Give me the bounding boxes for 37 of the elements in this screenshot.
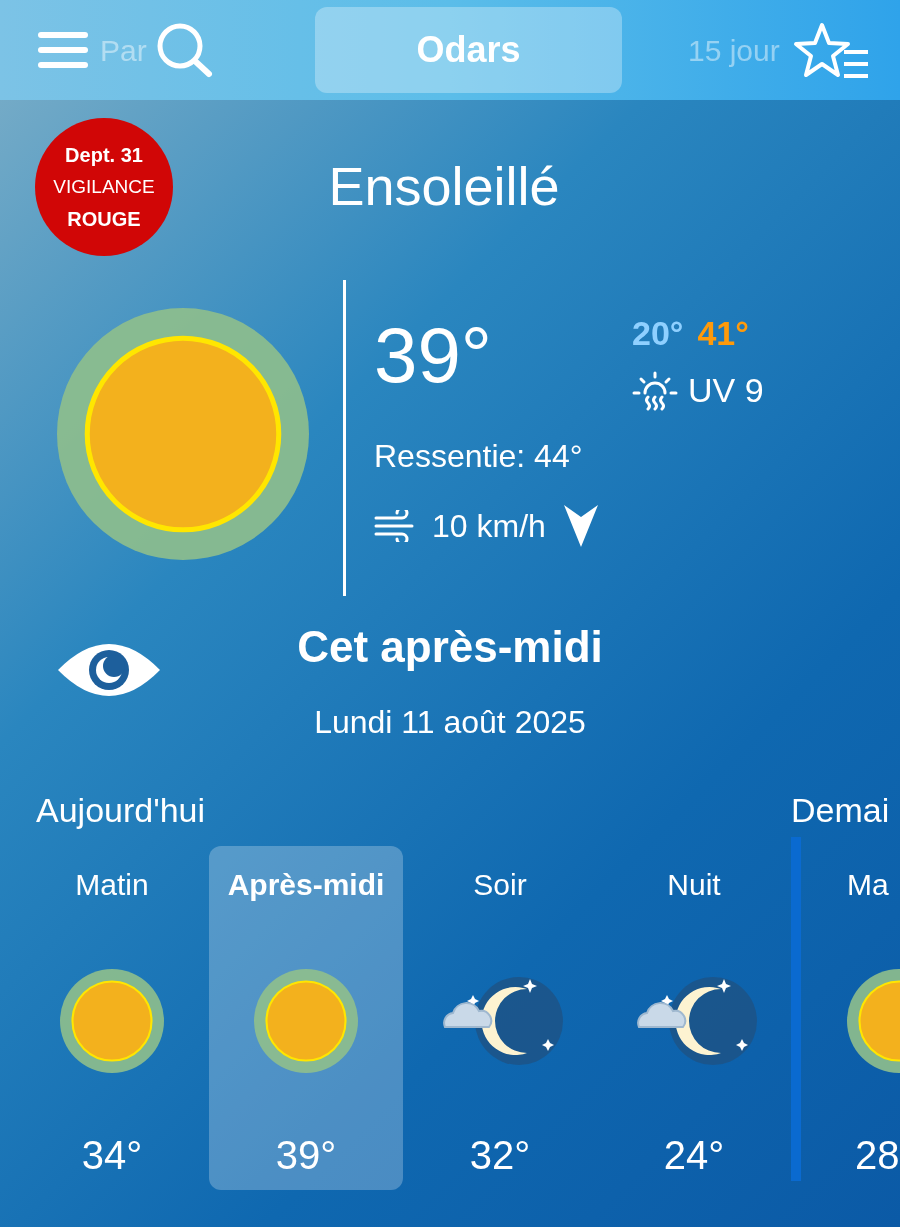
sun-icon xyxy=(60,969,164,1073)
period-temperature: 32° xyxy=(469,1132,531,1179)
selected-period-card[interactable]: Après-midi 39° xyxy=(209,846,403,1190)
day-label: Demai xyxy=(791,790,891,831)
current-temperature: 39° xyxy=(374,316,493,394)
search-icon[interactable] xyxy=(156,22,214,78)
max-temperature: 41° xyxy=(697,313,749,354)
uv-icon xyxy=(632,370,678,411)
tab[interactable]: Odars xyxy=(315,7,622,93)
period-label: Matin xyxy=(75,867,149,903)
wind-direction-icon xyxy=(561,503,600,549)
wind-speed: 10 km/h xyxy=(432,507,546,546)
alert-department: Dept. 31 xyxy=(65,143,143,168)
menu-icon[interactable] xyxy=(38,31,88,69)
alert-level: ROUGE xyxy=(67,207,141,232)
period-temperature: 24° xyxy=(663,1132,725,1179)
period-label: Nuit xyxy=(667,867,721,903)
period-label: Ma xyxy=(847,867,889,903)
alert-label: VIGILANCE xyxy=(53,175,155,199)
period-date: Lundi 11 août 2025 xyxy=(314,703,586,742)
period-title: Cet après-midi xyxy=(297,621,603,673)
sun-icon xyxy=(254,969,358,1073)
sun-icon xyxy=(57,308,309,560)
feels-like-temperature: Ressentie: 44° xyxy=(374,437,584,476)
tab[interactable]: Par xyxy=(100,27,147,73)
weather-condition: Ensoleillé xyxy=(327,154,561,218)
min-temperature: 20° xyxy=(632,313,684,354)
favorites-icon[interactable] xyxy=(792,22,870,80)
uv-index: UV 9 xyxy=(688,370,764,411)
period-temperature: 28 xyxy=(854,1132,900,1179)
period-temperature: 39° xyxy=(275,1132,337,1179)
day-label: Aujourd'hui xyxy=(35,790,207,831)
period-temperature: 34° xyxy=(81,1132,143,1179)
period-label: Soir xyxy=(473,867,527,903)
alert-badge[interactable]: Dept. 31 VIGILANCE ROUGE xyxy=(35,118,173,256)
period-label: Après-midi xyxy=(227,867,385,903)
tab[interactable]: 15 jour xyxy=(688,27,780,73)
